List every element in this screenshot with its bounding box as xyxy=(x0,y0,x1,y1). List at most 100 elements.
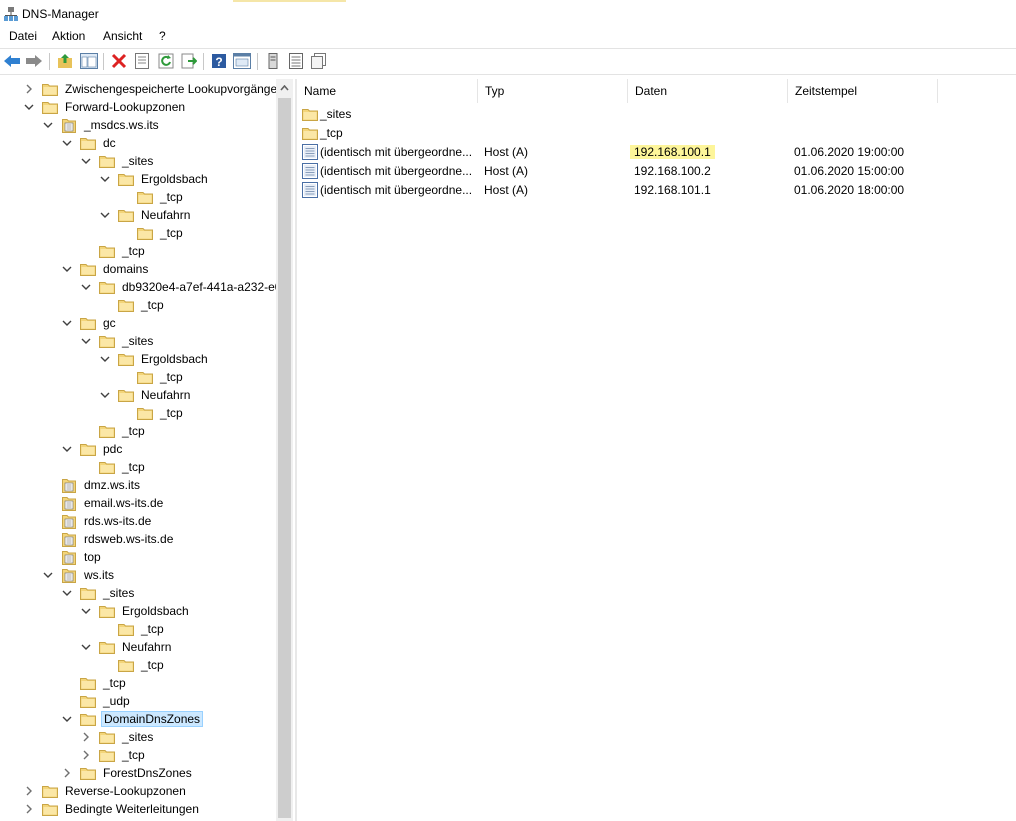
export-icon[interactable] xyxy=(180,52,198,70)
tree-node[interactable]: _tcp xyxy=(117,404,185,422)
scrollbar-thumb[interactable] xyxy=(278,98,291,818)
folder-icon xyxy=(137,226,153,240)
back-icon[interactable] xyxy=(3,52,21,70)
chevron-down-icon[interactable] xyxy=(60,262,74,276)
tree-node[interactable]: Ergoldsbach xyxy=(98,170,210,188)
tree-node[interactable]: _tcp xyxy=(79,458,147,476)
chevron-down-icon[interactable] xyxy=(60,712,74,726)
zone-copy-icon[interactable] xyxy=(310,52,328,70)
chevron-right-icon[interactable] xyxy=(22,82,36,96)
chevron-down-icon[interactable] xyxy=(60,316,74,330)
tree-node[interactable]: db9320e4-a7ef-441a-a232-e0c xyxy=(79,278,289,296)
tree-node[interactable]: Ergoldsbach xyxy=(98,350,210,368)
tree-node[interactable]: rds.ws-its.de xyxy=(41,512,153,530)
tree-node[interactable]: Neufahrn xyxy=(79,638,173,656)
help-icon[interactable]: ? xyxy=(210,52,228,70)
tree-node[interactable]: _tcp xyxy=(98,656,166,674)
menu-aktion[interactable]: Aktion xyxy=(52,29,85,43)
tree-node[interactable]: top xyxy=(41,548,103,566)
chevron-down-icon[interactable] xyxy=(60,136,74,150)
list-row[interactable]: (identisch mit übergeordne... Host (A) 192… xyxy=(300,181,1016,199)
list-row[interactable]: _tcp xyxy=(300,124,1016,142)
menu-ansicht[interactable]: Ansicht xyxy=(103,29,142,43)
chevron-right-icon[interactable] xyxy=(22,802,36,816)
chevron-right-icon[interactable] xyxy=(22,784,36,798)
tree-node[interactable]: _msdcs.ws.its xyxy=(41,116,161,134)
list-row[interactable]: _sites xyxy=(300,105,1016,123)
chevron-down-icon[interactable] xyxy=(79,334,93,348)
tree-node[interactable]: _tcp xyxy=(79,422,147,440)
chevron-down-icon[interactable] xyxy=(98,208,112,222)
tree-node[interactable]: DomainDnsZones xyxy=(60,710,204,728)
tree-node[interactable]: _sites xyxy=(60,584,136,602)
properties-icon[interactable] xyxy=(133,52,151,70)
console-icon[interactable] xyxy=(233,52,251,70)
chevron-down-icon[interactable] xyxy=(41,568,55,582)
chevron-right-icon[interactable] xyxy=(79,730,93,744)
column-header-typ[interactable]: Typ xyxy=(478,79,628,103)
column-header-name[interactable]: Name xyxy=(297,79,478,103)
column-header-daten[interactable]: Daten xyxy=(628,79,788,103)
tree-node[interactable]: _tcp xyxy=(98,620,166,638)
tree-node[interactable]: _sites xyxy=(79,332,155,350)
chevron-down-icon[interactable] xyxy=(98,388,112,402)
server-icon[interactable] xyxy=(264,52,282,70)
chevron-down-icon[interactable] xyxy=(98,172,112,186)
zone-list-icon[interactable] xyxy=(287,52,305,70)
folder-icon xyxy=(99,334,115,348)
chevron-down-icon[interactable] xyxy=(79,154,93,168)
chevron-right-icon[interactable] xyxy=(79,748,93,762)
forward-icon[interactable] xyxy=(25,52,43,70)
up-folder-icon[interactable] xyxy=(56,52,74,70)
tree-node[interactable]: Bedingte Weiterleitungen xyxy=(22,800,201,818)
tree-node[interactable]: _sites xyxy=(79,728,155,746)
tree-node[interactable]: _tcp xyxy=(117,188,185,206)
tree-node[interactable]: _tcp xyxy=(79,242,147,260)
scroll-up-arrow-icon[interactable] xyxy=(276,79,293,96)
tree-node[interactable]: ForestDnsZones xyxy=(60,764,194,782)
tree-node[interactable]: Forward-Lookupzonen xyxy=(22,98,187,116)
chevron-down-icon[interactable] xyxy=(79,640,93,654)
menu-datei[interactable]: Datei xyxy=(9,29,37,43)
show-hide-tree-icon[interactable] xyxy=(80,52,98,70)
menu-help[interactable]: ? xyxy=(159,29,166,43)
chevron-down-icon[interactable] xyxy=(60,586,74,600)
tree-node[interactable]: domains xyxy=(60,260,150,278)
tree-node-label: email.ws-its.de xyxy=(84,496,164,510)
folder-icon xyxy=(118,658,134,672)
tree-node[interactable]: email.ws-its.de xyxy=(41,494,165,512)
tree-node[interactable]: _tcp xyxy=(117,368,185,386)
tree-node[interactable]: _tcp xyxy=(60,674,128,692)
chevron-down-icon[interactable] xyxy=(60,442,74,456)
list-row[interactable]: (identisch mit übergeordne... Host (A) 192… xyxy=(300,143,1016,161)
tree-node[interactable]: _tcp xyxy=(117,224,185,242)
expander-placeholder xyxy=(98,658,112,672)
tree-node[interactable]: ws.its xyxy=(41,566,116,584)
tree-node[interactable]: rdsweb.ws-its.de xyxy=(41,530,175,548)
chevron-down-icon[interactable] xyxy=(79,604,93,618)
tree-node[interactable]: Zwischengespeicherte Lookupvorgänge xyxy=(22,80,279,98)
delete-icon[interactable] xyxy=(110,52,128,70)
chevron-down-icon[interactable] xyxy=(22,100,36,114)
tree-node[interactable]: Ergoldsbach xyxy=(79,602,191,620)
tree-node[interactable]: _sites xyxy=(79,152,155,170)
refresh-icon[interactable] xyxy=(157,52,175,70)
tree-node[interactable]: pdc xyxy=(60,440,124,458)
tree-node[interactable]: _tcp xyxy=(79,746,147,764)
chevron-down-icon[interactable] xyxy=(98,352,112,366)
tree-node[interactable]: dc xyxy=(60,134,118,152)
expander-placeholder xyxy=(98,622,112,636)
tree-node[interactable]: _tcp xyxy=(98,296,166,314)
column-header-zeitstempel[interactable]: Zeitstempel xyxy=(788,79,938,103)
tree-node[interactable]: Neufahrn xyxy=(98,206,192,224)
chevron-down-icon[interactable] xyxy=(79,280,93,294)
folder-icon xyxy=(137,190,153,204)
tree-node[interactable]: Reverse-Lookupzonen xyxy=(22,782,188,800)
list-row[interactable]: (identisch mit übergeordne... Host (A) 192… xyxy=(300,162,1016,180)
chevron-right-icon[interactable] xyxy=(60,766,74,780)
chevron-down-icon[interactable] xyxy=(41,118,55,132)
tree-node[interactable]: dmz.ws.its xyxy=(41,476,142,494)
tree-node[interactable]: _udp xyxy=(60,692,132,710)
tree-node[interactable]: Neufahrn xyxy=(98,386,192,404)
tree-node[interactable]: gc xyxy=(60,314,118,332)
